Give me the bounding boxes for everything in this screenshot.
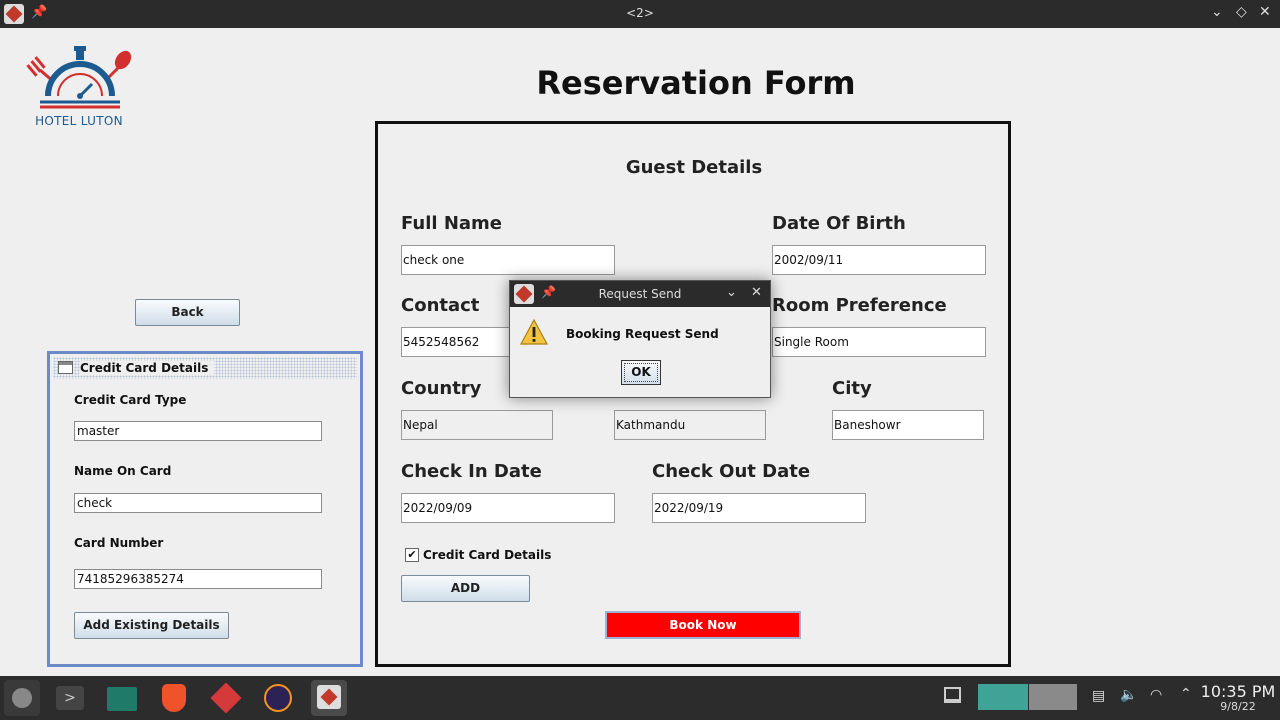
check-out-label: Check Out Date (652, 461, 811, 482)
window-icon (58, 361, 73, 374)
clock-time[interactable]: 10:35 PM (1200, 682, 1276, 701)
virtual-desktop-2[interactable] (1029, 684, 1077, 710)
check-out-input[interactable]: 2022/09/19 (652, 493, 866, 523)
credit-card-checkbox[interactable]: ✔ (405, 548, 419, 562)
dob-input[interactable]: 2002/09/11 (772, 245, 986, 275)
maximize-icon[interactable]: ◇ (1236, 4, 1247, 20)
volume-icon[interactable]: 🔈 (1120, 687, 1137, 703)
terminal-icon[interactable]: > (52, 680, 88, 716)
close-icon[interactable]: ✕ (751, 285, 762, 300)
contact-label: Contact (401, 295, 480, 316)
credit-card-frame-title: Credit Card Details (80, 361, 215, 375)
close-icon[interactable]: ✕ (1259, 4, 1271, 20)
credit-card-frame-titlebar[interactable]: Credit Card Details (53, 357, 357, 379)
card-type-label: Credit Card Type (74, 393, 187, 407)
git-client-icon[interactable] (208, 680, 244, 716)
brave-browser-icon[interactable] (156, 680, 192, 716)
minimize-icon[interactable]: ⌄ (1211, 4, 1223, 20)
page-title: Reservation Form (536, 64, 856, 102)
app-launcher-icon[interactable] (4, 680, 40, 716)
check-in-input[interactable]: 2022/09/09 (401, 493, 615, 523)
card-type-input[interactable]: master (74, 421, 322, 441)
city-input[interactable]: Baneshowr (832, 410, 984, 440)
name-on-card-label: Name On Card (74, 464, 172, 478)
name-on-card-input[interactable]: check (74, 493, 322, 513)
window-titlebar: 📌 <2> ⌄ ◇ ✕ (0, 0, 1280, 28)
add-existing-details-button[interactable]: Add Existing Details (74, 612, 229, 639)
warning-icon (520, 319, 548, 345)
country-select[interactable]: Nepal (401, 410, 553, 440)
minimize-icon[interactable]: ⌄ (726, 285, 737, 300)
taskbar: > ▤ 🔈 ◠ ⌃ (0, 676, 1280, 720)
room-preference-select[interactable]: Single Room (772, 327, 986, 357)
dob-label: Date Of Birth (772, 213, 906, 234)
full-name-label: Full Name (401, 213, 502, 234)
book-now-button[interactable]: Book Now (605, 611, 801, 639)
eclipse-icon[interactable] (260, 680, 296, 716)
window-title: <2> (626, 6, 654, 20)
credit-card-checkbox-label[interactable]: Credit Card Details (423, 548, 551, 562)
guest-details-title: Guest Details (625, 157, 763, 178)
request-send-dialog: 📌 Request Send ⌄ ✕ Booking Request Send … (509, 280, 771, 398)
city-label: City (832, 378, 872, 399)
tray-expand-icon[interactable]: ⌃ (1180, 686, 1192, 702)
add-button[interactable]: ADD (401, 575, 530, 602)
clock-date[interactable]: 9/8/22 (1200, 700, 1276, 713)
card-number-label: Card Number (74, 536, 164, 550)
card-number-input[interactable]: 74185296385274 (74, 569, 322, 589)
country-label: Country (401, 378, 482, 399)
ok-button[interactable]: OK (621, 360, 661, 385)
virtual-desktop-1[interactable] (978, 684, 1028, 710)
full-name-input[interactable]: check one (401, 245, 615, 275)
show-desktop-icon[interactable] (944, 687, 961, 703)
back-button[interactable]: Back (135, 299, 240, 326)
dialog-titlebar[interactable]: 📌 Request Send ⌄ ✕ (510, 281, 770, 307)
check-in-label: Check In Date (401, 461, 542, 482)
logo-text: HOTEL LUTON (35, 114, 123, 128)
room-preference-label: Room Preference (772, 295, 947, 316)
wifi-icon[interactable]: ◠ (1150, 687, 1162, 703)
java-app-icon[interactable] (311, 680, 347, 716)
file-manager-icon[interactable] (104, 680, 140, 716)
clipboard-icon[interactable]: ▤ (1092, 688, 1105, 704)
state-select[interactable]: Kathmandu (614, 410, 766, 440)
dialog-message: Booking Request Send (566, 327, 719, 341)
